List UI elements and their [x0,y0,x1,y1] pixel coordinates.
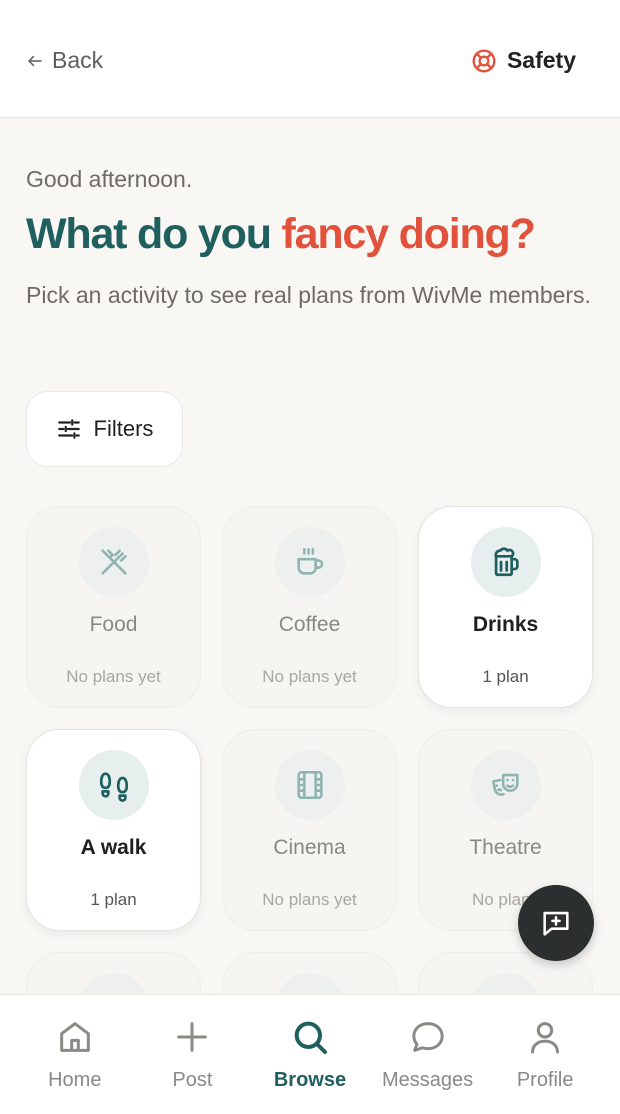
plus-icon [177,1022,208,1052]
theatre-masks-icon [491,773,519,796]
back-button[interactable]: Back [26,43,103,74]
page-title: What do you fancy doing? [26,210,596,258]
fork-knife-icon [100,549,127,575]
activity-card-drinks[interactable]: Drinks 1 plan [418,506,593,708]
filters-label: Filters [93,416,154,441]
tab-browse[interactable]: Browse [255,995,365,1114]
tab-post[interactable]: Post [137,995,247,1114]
activity-count: No plans yet [66,667,161,686]
new-message-fab[interactable] [518,885,594,961]
back-label: Back [52,47,104,73]
icon-wrap [274,527,345,597]
icon-wrap [78,527,149,597]
tab-messages[interactable]: Messages [373,995,483,1114]
hero-section: Good afternoon. What do you fancy doing?… [26,166,596,314]
coffee-cup-icon [296,547,323,575]
activity-card-coffee[interactable]: Coffee No plans yet [222,506,397,708]
icon-wrap [274,750,345,820]
lifebuoy-icon [472,49,496,72]
activity-card-food[interactable]: Food No plans yet [26,506,201,708]
safety-label: Safety [506,47,576,73]
home-icon [59,1022,90,1052]
page-subtitle: Pick an activity to see real plans from … [26,282,591,309]
tab-profile[interactable]: Profile [490,995,600,1114]
activity-card-cinema[interactable]: Cinema No plans yet [222,729,397,931]
sliders-icon [57,419,80,439]
activity-name: Drinks [472,613,539,636]
tab-label: Home [48,1069,102,1091]
activity-name: A walk [80,836,147,859]
activity-count: No plans yet [262,667,357,686]
film-icon [296,770,323,800]
tab-label: Browse [273,1069,347,1091]
activity-name: Theatre [469,836,542,859]
icon-wrap [78,750,149,820]
activity-count: No plans yet [262,890,357,909]
icon-wrap [470,527,541,597]
message-plus-icon [543,911,569,936]
beer-mug-icon [494,547,519,577]
filters-button[interactable]: Filters [26,391,183,467]
activity-card-walk[interactable]: A walk 1 plan [26,729,201,931]
user-icon [531,1022,560,1054]
title-part-1: What do you [26,210,272,258]
tab-label: Messages [382,1069,474,1091]
footprints-icon [99,772,128,802]
chat-bubble-icon [411,1022,444,1052]
title-part-2: fancy doing? [281,210,536,258]
tab-label: Post [172,1069,213,1091]
greeting: Good afternoon. [26,166,193,192]
arrow-left-icon [28,55,42,66]
activity-name: Cinema [273,836,346,859]
search-icon [294,1021,327,1054]
activity-count: 1 plan [90,890,137,909]
activity-count: 1 plan [482,667,529,686]
bottom-tab-bar: Home Post Browse Messages Profile [0,994,620,1114]
icon-wrap [470,750,541,820]
safety-button[interactable]: Safety [471,43,576,74]
activity-name: Coffee [278,613,341,636]
top-bar: Back Safety [0,0,620,118]
tab-label: Profile [516,1069,574,1091]
tab-home[interactable]: Home [20,995,130,1114]
activity-name: Food [89,613,138,636]
